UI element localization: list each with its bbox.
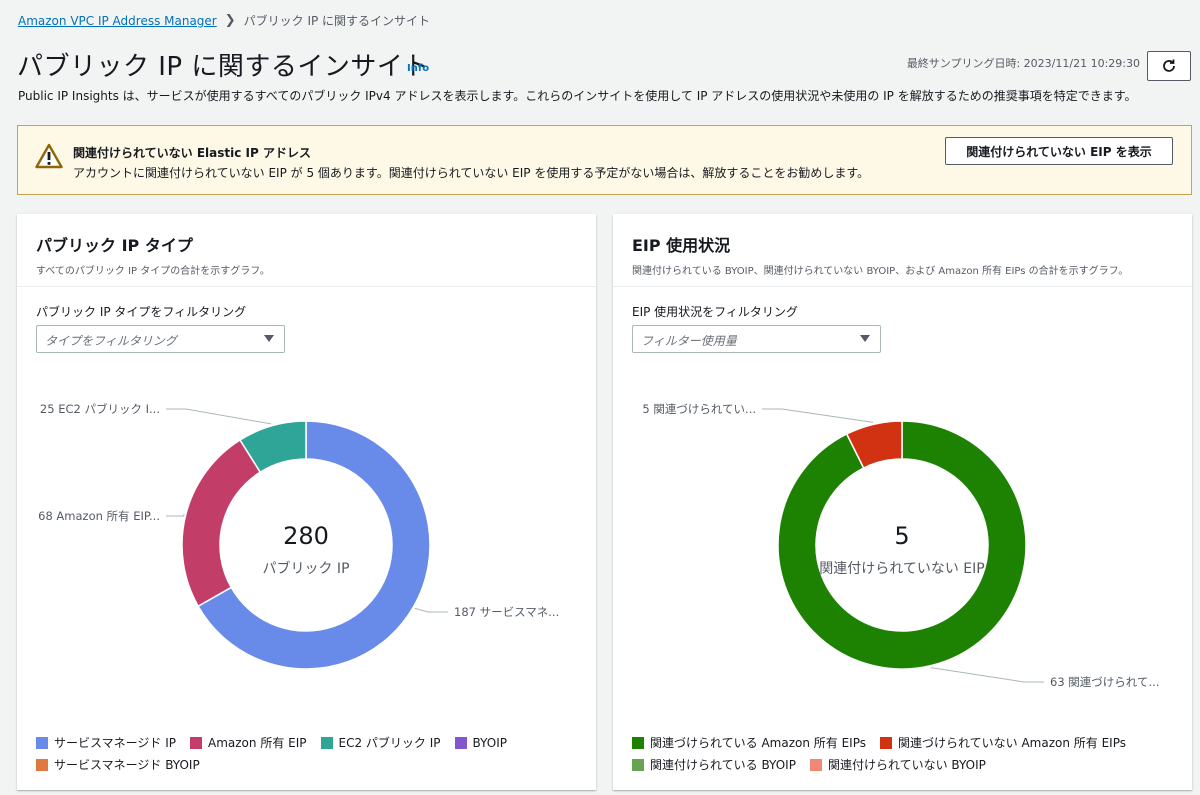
donut-slice[interactable]	[181, 438, 262, 608]
legend-label: Amazon 所有 EIP	[208, 736, 307, 750]
callout-label: 187 サービスマネ...	[454, 605, 559, 619]
eip-usage-donut-chart: 5 関連付けられていない EIP 63 関連づけられて... 5 関連づけられてい..…	[642, 402, 1159, 689]
donut-center-value: 280	[283, 522, 329, 550]
eip-usage-filter-select[interactable]: フィルター使用量	[632, 325, 881, 353]
last-sampling-time: 最終サンプリング日時: 2023/11/21 10:29:30	[906, 57, 1140, 70]
legend-item[interactable]: 関連付けられていない BYOIP	[809, 756, 986, 773]
callout-label: 68 Amazon 所有 EIP...	[38, 509, 160, 523]
breadcrumb-ipam-link[interactable]: Amazon VPC IP Address Manager	[18, 14, 217, 28]
legend-item[interactable]: Amazon 所有 EIP	[190, 734, 307, 751]
breadcrumb: Amazon VPC IP Address Manager ❯ パブリック IP…	[18, 12, 430, 29]
chevron-right-icon: ❯	[224, 13, 236, 28]
callout-line	[930, 667, 1044, 683]
legend-label: サービスマネージド IP	[54, 736, 176, 750]
legend-label: 関連づけられていない Amazon 所有 EIPs	[897, 736, 1126, 750]
select-placeholder: タイプをフィルタリング	[45, 334, 177, 348]
public-ip-type-panel: パブリック IP タイプ すべてのパブリック IP タイプの合計を示すグラフ。 …	[17, 214, 596, 790]
legend-label: EC2 パブリック IP	[338, 736, 441, 750]
callout-line	[166, 408, 272, 425]
caret-down-icon	[264, 335, 274, 342]
info-link[interactable]: Info	[407, 63, 429, 74]
callout-label: 5 関連づけられてい...	[642, 402, 756, 416]
legend-item[interactable]: 関連づけられている Amazon 所有 EIPs	[632, 734, 866, 751]
public-ip-donut-chart: 280 パブリック IP 187 サービスマネ... 68 Amazon 所有 EIP…	[38, 402, 559, 670]
panel-subtitle: 関連付けられている BYOIP、関連付けられていない BYOIP、および Ama…	[632, 266, 1129, 277]
legend-item[interactable]: サービスマネージド IP	[36, 734, 176, 751]
ip-type-filter-select[interactable]: タイプをフィルタリング	[36, 325, 285, 353]
panel-subtitle: すべてのパブリック IP タイプの合計を示すグラフ。	[36, 266, 270, 277]
legend-swatch	[190, 736, 202, 749]
select-placeholder: フィルター使用量	[641, 334, 737, 348]
legend-item[interactable]: サービスマネージド BYOIP	[36, 756, 200, 773]
donut-center-value: 5	[894, 522, 909, 550]
filter-label: パブリック IP タイプをフィルタリング	[36, 305, 247, 319]
breadcrumb-current: パブリック IP に関するインサイト	[243, 14, 431, 28]
callout-label: 63 関連づけられて...	[1050, 675, 1159, 689]
chart-legend: サービスマネージド IP Amazon 所有 EIP EC2 パブリック IP BYO…	[36, 734, 581, 773]
refresh-icon	[1163, 59, 1175, 72]
legend-swatch	[36, 736, 48, 749]
legend-swatch	[632, 758, 644, 771]
panel-title: パブリック IP タイプ	[36, 236, 193, 255]
legend-label: 関連付けられている BYOIP	[650, 758, 796, 772]
legend-swatch	[809, 758, 822, 771]
legend-item[interactable]: EC2 パブリック IP	[320, 734, 441, 751]
view-unassociated-eip-button[interactable]: 関連付けられていない EIP を表示	[945, 137, 1173, 165]
unassociated-eip-alert: 関連付けられていない Elastic IP アドレス アカウントに関連付けられて…	[17, 125, 1192, 195]
donut-center-label: 関連付けられていない EIP	[819, 561, 984, 577]
eip-usage-panel: EIP 使用状況 関連付けられている BYOIP、関連付けられていない BYOI…	[613, 214, 1192, 790]
legend-label: BYOIP	[472, 735, 507, 750]
legend-swatch	[632, 736, 644, 749]
chart-legend: 関連づけられている Amazon 所有 EIPs 関連づけられていない Amazo…	[632, 734, 1177, 773]
legend-label: 関連付けられていない BYOIP	[827, 758, 986, 772]
donut-center-label: パブリック IP	[262, 560, 349, 577]
page-description: Public IP Insights は、サービスが使用するすべてのパブリック …	[18, 89, 1137, 103]
callout-line	[166, 514, 185, 517]
legend-swatch	[320, 736, 333, 749]
callout-line	[414, 607, 448, 613]
caret-down-icon	[860, 335, 870, 342]
legend-item[interactable]: 関連づけられていない Amazon 所有 EIPs	[879, 734, 1126, 751]
legend-item[interactable]: BYOIP	[454, 734, 507, 751]
callout-line	[762, 408, 874, 423]
alert-message: アカウントに関連付けられていない EIP が 5 個あります。関連付けられていな…	[73, 166, 870, 180]
legend-label: 関連づけられている Amazon 所有 EIPs	[650, 736, 866, 750]
filter-label: EIP 使用状況をフィルタリング	[632, 305, 798, 319]
legend-label: サービスマネージド BYOIP	[54, 758, 200, 772]
callout-label: 25 EC2 パブリック I...	[40, 402, 160, 416]
legend-swatch	[879, 736, 892, 749]
warning-icon	[35, 143, 63, 169]
legend-swatch	[36, 758, 48, 771]
refresh-button[interactable]	[1147, 51, 1191, 81]
legend-swatch	[454, 736, 467, 749]
legend-item[interactable]: 関連付けられている BYOIP	[632, 756, 796, 773]
page-title: パブリック IP に関するインサイト	[17, 52, 430, 82]
panel-title: EIP 使用状況	[632, 236, 731, 255]
alert-title: 関連付けられていない Elastic IP アドレス	[73, 146, 311, 160]
